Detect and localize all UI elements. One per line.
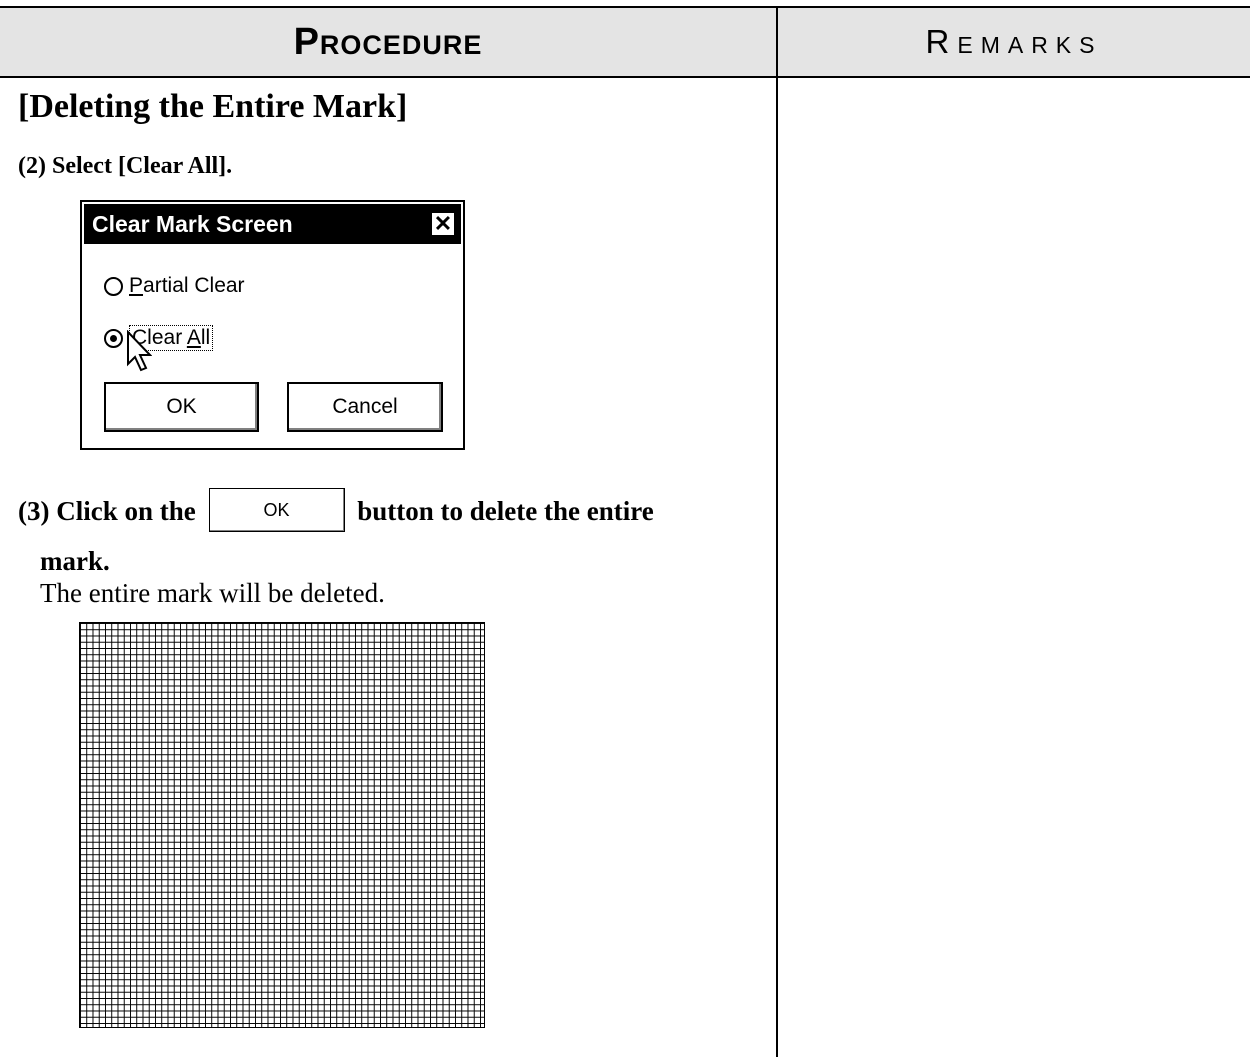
partial-clear-label: Partial Clear xyxy=(129,274,245,297)
dialog-title-bar: Clear Mark Screen ✕ xyxy=(84,204,461,244)
cancel-button[interactable]: Cancel xyxy=(287,382,443,432)
cleared-mark-grid xyxy=(79,622,485,1028)
manual-page: Procedure Remarks [Deleting the Entire M… xyxy=(0,0,1250,1057)
mouse-pointer-icon xyxy=(127,330,152,372)
clear-mark-dialog: Clear Mark Screen ✕ Partial Clear Clear … xyxy=(80,200,465,450)
clear-all-radio[interactable] xyxy=(104,328,123,348)
procedure-header: Procedure xyxy=(0,8,776,76)
ok-button[interactable]: OK xyxy=(104,382,259,432)
section-title: [Deleting the Entire Mark] xyxy=(18,88,408,125)
clear-all-option[interactable]: Clear All xyxy=(104,325,214,351)
step-3-text-start: (3) Click on the xyxy=(18,496,196,527)
result-text: The entire mark will be deleted. xyxy=(40,578,385,608)
header-rule xyxy=(0,76,1250,78)
partial-clear-option[interactable]: Partial Clear xyxy=(104,274,245,298)
step-3: (3) Click on the OK button to delete the… xyxy=(18,488,654,536)
close-icon[interactable]: ✕ xyxy=(431,212,455,236)
column-divider xyxy=(776,6,778,1057)
step-3-text-end: button to delete the entire xyxy=(357,496,654,527)
step-3-continuation: mark. xyxy=(40,546,110,576)
step-2: (2) Select [Clear All]. xyxy=(18,153,233,179)
dialog-title: Clear Mark Screen xyxy=(92,211,293,237)
remarks-header: Remarks xyxy=(778,8,1250,76)
partial-clear-radio[interactable] xyxy=(104,276,123,296)
inline-ok-button: OK xyxy=(208,488,345,532)
